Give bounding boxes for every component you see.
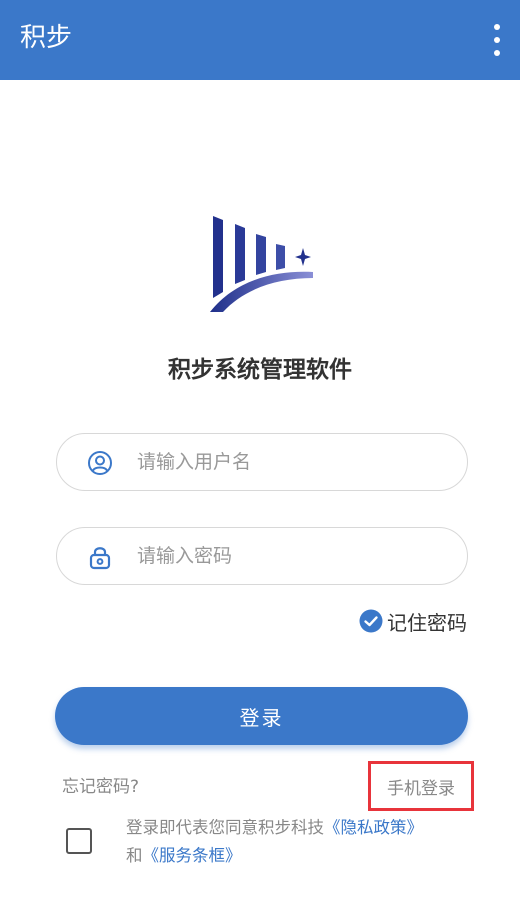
privacy-policy-link[interactable]: 《隐私政策》 (324, 818, 423, 837)
app-bar: 积步 (0, 0, 520, 80)
remember-password-toggle[interactable]: 记住密码 (359, 606, 467, 636)
check-circle-icon[interactable] (359, 609, 383, 633)
agreement-connector: 和 (126, 846, 143, 865)
menu-dot (494, 24, 500, 30)
username-field[interactable] (56, 433, 468, 491)
password-input[interactable] (137, 536, 447, 576)
agreement-text: 登录即代表您同意积步科技《隐私政策》 和《服务条框》 (126, 814, 486, 870)
password-field[interactable] (56, 527, 468, 585)
login-button[interactable]: 登录 (55, 687, 468, 745)
menu-dot (494, 50, 500, 56)
forgot-password-link[interactable]: 忘记密码? (62, 774, 139, 800)
app-name: 积步系统管理软件 (168, 357, 352, 383)
company-logo-icon (210, 216, 313, 312)
username-input[interactable] (137, 442, 447, 482)
menu-dot (494, 37, 500, 43)
lock-icon (89, 547, 111, 570)
remember-password-label[interactable]: 记住密码 (387, 607, 467, 636)
agreement-checkbox[interactable] (66, 828, 92, 854)
agreement-prefix: 登录即代表您同意积步科技 (126, 818, 324, 837)
more-vertical-icon[interactable] (490, 24, 504, 56)
phone-login-label[interactable]: 手机登录 (387, 774, 455, 799)
app-bar-title: 积步 (20, 23, 73, 53)
user-icon (88, 451, 112, 475)
terms-of-service-link[interactable]: 《服务条框》 (143, 846, 242, 865)
phone-login-link[interactable]: 手机登录 (368, 761, 474, 811)
